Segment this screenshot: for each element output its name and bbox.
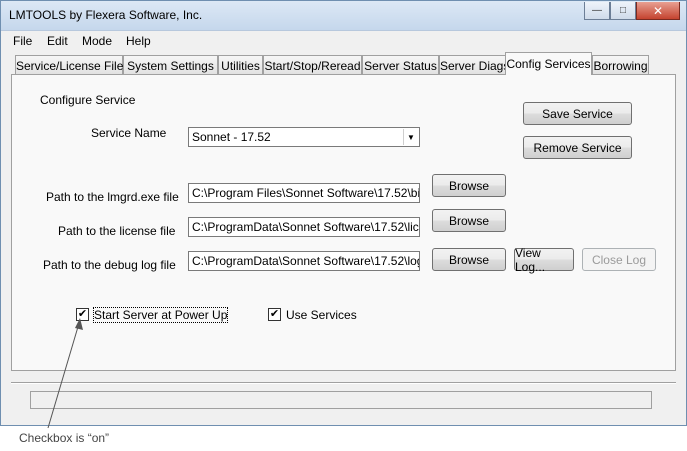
annotation-text: Checkbox is “on” [19,431,110,445]
tab-config-services[interactable]: Config Services [505,52,592,75]
